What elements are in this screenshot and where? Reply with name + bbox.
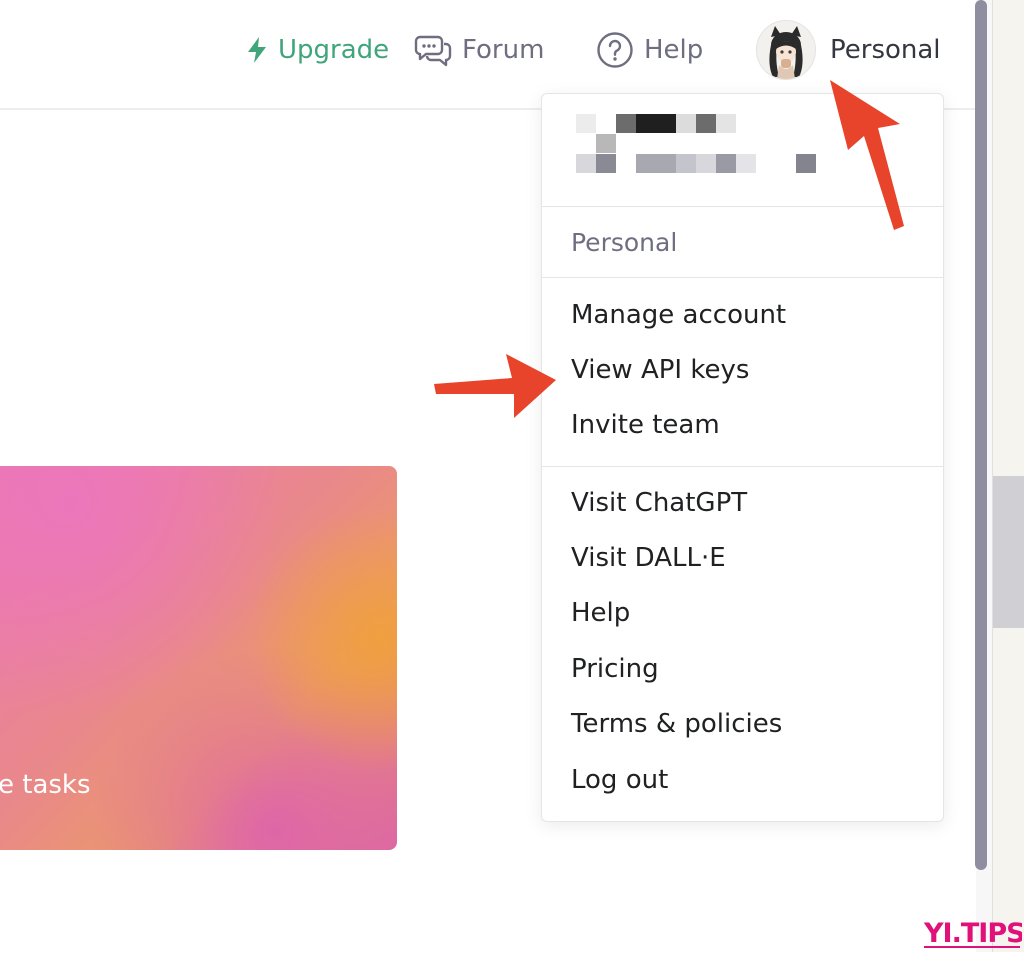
promo-card-text: e tasks [0,770,91,800]
adjacent-window-edge [992,0,1024,952]
chat-bubbles-icon [414,33,452,67]
avatar [756,20,816,80]
menu-item-pricing[interactable]: Pricing [571,654,659,684]
menu-item-view-api-keys[interactable]: View API keys [571,355,749,385]
account-label: Personal [830,35,941,65]
lightning-bolt-icon [246,36,268,64]
forum-link[interactable]: Forum [414,28,544,72]
account-menu-button[interactable]: Personal [756,20,941,80]
upgrade-link[interactable]: Upgrade [246,28,389,72]
account-info-header [542,94,943,207]
menu-item-visit-dalle[interactable]: Visit DALL·E [571,543,726,573]
forum-label: Forum [462,35,545,65]
adjacent-window-panel [993,476,1024,628]
upgrade-label: Upgrade [278,35,390,65]
account-dropdown-menu: Personal Manage account View API keys In… [541,93,944,822]
watermark-logo: YI.TIPS [922,912,1024,952]
menu-item-visit-chatgpt[interactable]: Visit ChatGPT [571,488,747,518]
menu-item-invite-team[interactable]: Invite team [571,410,720,440]
menu-divider [542,277,943,278]
menu-section-title: Personal [571,228,678,257]
help-label: Help [644,35,704,65]
menu-item-manage-account[interactable]: Manage account [571,300,786,330]
menu-divider [542,466,943,467]
menu-item-terms-policies[interactable]: Terms & policies [571,709,782,739]
question-circle-icon [596,31,634,69]
menu-item-log-out[interactable]: Log out [571,765,668,795]
menu-item-help[interactable]: Help [571,598,630,628]
scrollbar-thumb[interactable] [975,0,987,870]
promo-card[interactable]: e tasks [0,466,397,850]
svg-text:YI.TIPS: YI.TIPS [923,918,1022,949]
redacted-account-info [576,114,826,176]
help-link[interactable]: Help [596,28,703,72]
